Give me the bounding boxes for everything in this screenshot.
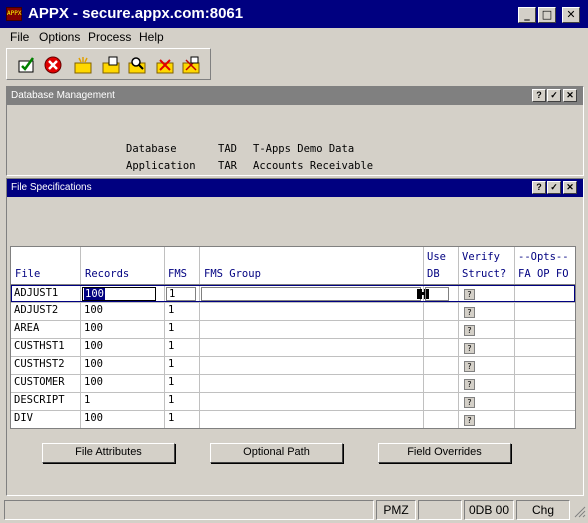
application-code: TAR (218, 160, 237, 172)
application-name: Accounts Receivable (253, 160, 374, 172)
help-button[interactable]: ? (532, 89, 546, 102)
close-panel-button[interactable]: ✕ (563, 181, 577, 194)
status-message (4, 500, 374, 520)
file-specifications-title: File Specifications (7, 179, 583, 197)
header-fa-op-fo: FA OP FO (518, 268, 569, 280)
delete-icon[interactable] (155, 55, 175, 75)
database-name: T-Apps Demo Data (253, 143, 355, 155)
fms-cell: 1 (168, 304, 175, 316)
close-panel-button[interactable]: ✕ (563, 89, 577, 102)
database-management-title: Database Management (7, 87, 583, 105)
resize-grip-icon[interactable] (572, 504, 586, 518)
open-icon[interactable] (101, 55, 121, 75)
file-name-cell: CUSTHST1 (14, 340, 65, 352)
file-name-cell: AREA (14, 322, 40, 334)
fms-input[interactable]: 1 (166, 287, 196, 301)
header-opts: --Opts-- (518, 251, 569, 263)
verify-struct-button[interactable]: ? (464, 343, 475, 354)
header-fms: FMS (168, 268, 187, 280)
file-name-cell: CUSTOMER (14, 376, 65, 388)
database-label: Database (126, 143, 177, 155)
menu-help[interactable]: Help (139, 30, 164, 44)
verify-struct-button[interactable]: ? (464, 397, 475, 408)
application-label: Application (126, 160, 196, 172)
find-icon[interactable] (127, 55, 147, 75)
header-records: Records (85, 268, 130, 280)
ok-button[interactable]: ✓ (547, 89, 561, 102)
status-mode: Chg (516, 500, 570, 520)
records-cell: 100 (84, 322, 103, 334)
fms-group-input[interactable] (201, 287, 421, 301)
header-verify: Verify (462, 251, 500, 263)
header-db: DB (427, 268, 440, 280)
optional-path-button[interactable]: Optional Path (210, 443, 343, 463)
menu-options[interactable]: Options (39, 30, 80, 44)
appx-logo-icon: APPX (6, 7, 22, 21)
fms-cell: 1 (168, 340, 175, 352)
file-table: File Records FMS FMS Group Use DB Verify… (10, 246, 576, 429)
database-code: TAD (218, 143, 237, 155)
records-input[interactable]: 100 (82, 287, 156, 301)
minimize-button[interactable]: _ (518, 7, 536, 23)
edit-icon[interactable] (181, 55, 201, 75)
status-empty (418, 500, 462, 520)
maximize-button[interactable]: □ (538, 7, 556, 23)
header-file: File (15, 268, 41, 280)
status-pmz: PMZ (376, 500, 416, 520)
menu-file[interactable]: File (10, 30, 29, 44)
verify-struct-button[interactable]: ? (464, 307, 475, 318)
window-title: APPX - secure.appx.com:8061 (28, 5, 244, 22)
file-name-cell: CUSTHST2 (14, 358, 65, 370)
close-button[interactable]: ✕ (562, 7, 580, 23)
file-name-cell: DESCRIPT (14, 394, 65, 406)
file-name-cell: ADJUST1 (14, 287, 59, 299)
records-cell: 1 (84, 394, 91, 406)
use-db-input[interactable] (425, 287, 449, 301)
database-management-panel: Database Management ? ✓ ✕ Database TAD T… (6, 86, 584, 176)
field-overrides-button[interactable]: Field Overrides (378, 443, 511, 463)
ok-button[interactable]: ✓ (547, 181, 561, 194)
verify-struct-button[interactable]: ? (464, 289, 475, 300)
toolbar (6, 48, 211, 80)
records-cell: 100 (84, 304, 103, 316)
header-struct: Struct? (462, 268, 507, 280)
file-attributes-button[interactable]: File Attributes (42, 443, 175, 463)
file-name-cell: ADJUST2 (14, 304, 59, 316)
cancel-icon[interactable] (43, 55, 63, 75)
fms-cell: 1 (168, 394, 175, 406)
verify-struct-button[interactable]: ? (464, 379, 475, 390)
file-name-cell: DIV (14, 412, 33, 424)
header-fms-group: FMS Group (204, 268, 261, 280)
records-cell: 100 (84, 358, 103, 370)
verify-struct-button[interactable]: ? (464, 361, 475, 372)
header-use: Use (427, 251, 446, 263)
help-button[interactable]: ? (532, 181, 546, 194)
title-bar: APPX APPX - secure.appx.com:8061 _ □ ✕ (0, 0, 588, 28)
menu-bar: File Options Process Help (0, 28, 588, 46)
check-icon[interactable] (17, 55, 37, 75)
records-cell: 100 (84, 340, 103, 352)
records-cell: 100 (84, 412, 103, 424)
menu-process[interactable]: Process (88, 30, 131, 44)
records-cell: 100 (84, 376, 103, 388)
verify-struct-button[interactable]: ? (464, 415, 475, 426)
fms-cell: 1 (168, 412, 175, 424)
fms-cell: 1 (168, 376, 175, 388)
verify-struct-button[interactable]: ? (464, 325, 475, 336)
fms-cell: 1 (168, 322, 175, 334)
fms-cell: 1 (168, 358, 175, 370)
new-icon[interactable] (73, 55, 93, 75)
status-db: 0DB 00 (464, 500, 514, 520)
